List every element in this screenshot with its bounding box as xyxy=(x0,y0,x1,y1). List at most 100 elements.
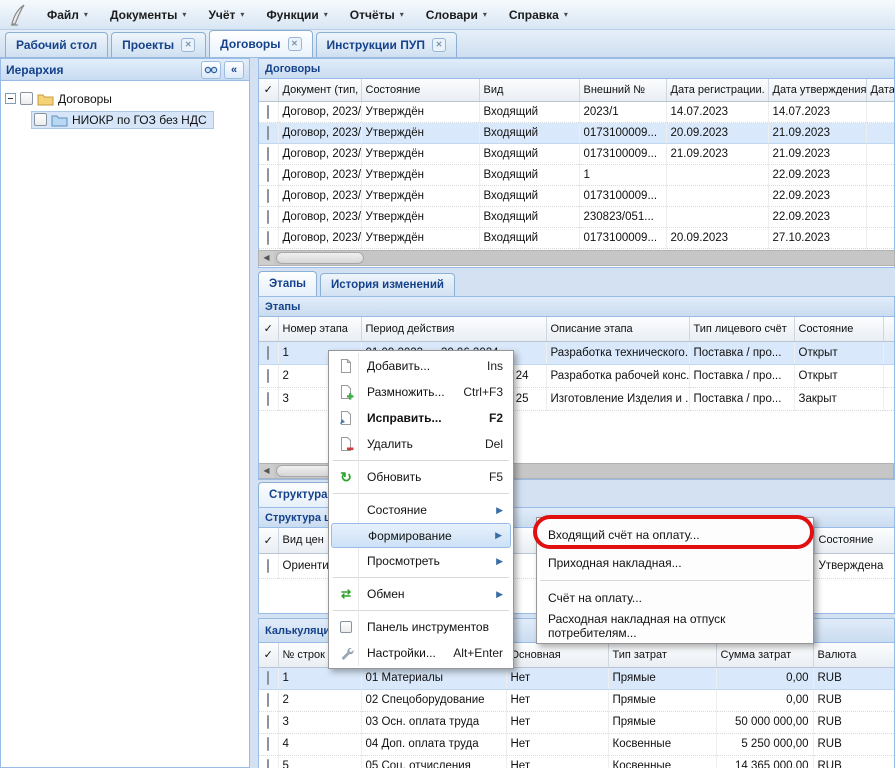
collapse-panel-icon[interactable]: « xyxy=(224,61,244,79)
row-checkbox[interactable] xyxy=(267,105,269,119)
row-checkbox[interactable] xyxy=(267,671,269,685)
tree-node-checkbox[interactable] xyxy=(34,113,47,126)
main-tab[interactable]: Проекты ✕ xyxy=(111,32,206,57)
row-checkbox[interactable] xyxy=(267,231,269,245)
row-checkbox[interactable] xyxy=(267,126,269,140)
column-registration-date[interactable]: Дата регистрации. xyxy=(666,79,768,101)
menubar-item-label: Словари xyxy=(426,8,478,22)
menubar-item[interactable]: Словари ▾ xyxy=(415,4,498,26)
contract-row[interactable]: Договор, 2023/... Утверждён Входящий 230… xyxy=(259,206,895,227)
contracts-hscrollbar[interactable]: ◀ xyxy=(258,250,895,266)
column-main[interactable]: Основная xyxy=(506,643,608,667)
row-checkbox[interactable] xyxy=(267,210,269,224)
close-icon[interactable]: ✕ xyxy=(181,38,195,52)
menubar-item[interactable]: Документы ▾ xyxy=(99,4,198,26)
stages-tab[interactable]: Этапы xyxy=(258,271,317,296)
contracts-table: ✓ Документ (тип, № Состояние Вид Внешний… xyxy=(259,79,895,249)
row-checkbox[interactable] xyxy=(267,189,269,203)
menubar-item[interactable]: Файл ▾ xyxy=(36,4,99,26)
close-icon[interactable]: ✕ xyxy=(288,37,302,51)
contract-row[interactable]: Договор, 2023/... Утверждён Входящий 017… xyxy=(259,122,895,143)
column-period[interactable]: Период действия xyxy=(361,317,546,341)
calculation-row[interactable]: 5 05 Соц. отчисления Нет Косвенные 14 36… xyxy=(259,755,895,768)
column-external-number[interactable]: Внешний № xyxy=(579,79,666,101)
main-tab[interactable]: Инструкции ПУП ✕ xyxy=(316,32,457,57)
tree-node-contracts[interactable]: Договоры xyxy=(5,89,245,108)
column-currency[interactable]: Валюта xyxy=(813,643,895,667)
row-checkbox[interactable] xyxy=(267,737,269,751)
column-check[interactable]: ✓ xyxy=(259,643,278,667)
column-state[interactable]: Состояние xyxy=(794,317,883,341)
collapse-node-icon[interactable] xyxy=(5,93,16,104)
app-logo-icon xyxy=(6,3,28,27)
submenu-item-receipt-note[interactable]: Приходная накладная... xyxy=(538,549,812,577)
menu-item-duplicate[interactable]: Размножить... Ctrl+F3 xyxy=(331,379,511,405)
menu-item-settings[interactable]: Настройки... Alt+Enter xyxy=(331,640,511,666)
main-tab[interactable]: Рабочий стол xyxy=(5,32,108,57)
stages-tab[interactable]: История изменений xyxy=(320,273,455,296)
row-checkbox[interactable] xyxy=(267,147,269,161)
scroll-left-icon[interactable]: ◀ xyxy=(259,251,274,265)
row-checkbox[interactable] xyxy=(267,559,269,573)
row-checkbox[interactable] xyxy=(267,693,269,707)
column-check[interactable]: ✓ xyxy=(259,528,278,553)
chevron-down-icon: ▾ xyxy=(483,10,487,19)
row-checkbox[interactable] xyxy=(267,168,269,182)
menu-item-add[interactable]: Добавить... Ins xyxy=(331,353,511,379)
column-account-type[interactable]: Тип лицевого счёт xyxy=(689,317,794,341)
contract-row[interactable]: Договор, 2023/... Утверждён Входящий 1 2… xyxy=(259,164,895,185)
menu-separator xyxy=(540,580,810,581)
row-checkbox[interactable] xyxy=(267,346,269,360)
column-cost-sum[interactable]: Сумма затрат xyxy=(716,643,813,667)
structure-tabbar: Структура xyxy=(258,481,339,507)
submenu-item-dispatch-note[interactable]: Расходная накладная на отпуск потребител… xyxy=(538,612,812,640)
row-checkbox[interactable] xyxy=(267,369,269,383)
column-document[interactable]: Документ (тип, № xyxy=(278,79,361,101)
column-approval-date[interactable]: Дата утверждения xyxy=(768,79,866,101)
panel-splitter[interactable] xyxy=(250,58,258,768)
calculation-row[interactable]: 4 04 Доп. оплата труда Нет Косвенные 5 2… xyxy=(259,733,895,755)
column-check[interactable]: ✓ xyxy=(259,79,278,101)
menu-item-view[interactable]: Просмотреть ▶ xyxy=(331,548,511,574)
submenu-item-payment-invoice[interactable]: Счёт на оплату... xyxy=(538,584,812,612)
column-state[interactable]: Состояние xyxy=(361,79,479,101)
main-tab[interactable]: Договоры ✕ xyxy=(209,30,312,57)
contract-row[interactable]: Договор, 2023/... Утверждён Входящий 202… xyxy=(259,101,895,122)
menu-item-delete[interactable]: Удалить Del xyxy=(331,431,511,457)
submenu-item-incoming-invoice[interactable]: Входящий счёт на оплату... xyxy=(538,521,812,549)
column-state[interactable]: Состояние xyxy=(814,528,895,553)
menu-item-edit[interactable]: Исправить... F2 xyxy=(331,405,511,431)
contract-row[interactable]: Договор, 2023/... Утверждён Входящий 017… xyxy=(259,143,895,164)
row-checkbox[interactable] xyxy=(267,715,269,729)
calculation-row[interactable]: 1 01 Материалы Нет Прямые 0,00 RUB xyxy=(259,667,895,689)
column-stage-number[interactable]: Номер этапа xyxy=(278,317,361,341)
calculation-row[interactable]: 3 03 Осн. оплата труда Нет Прямые 50 000… xyxy=(259,711,895,733)
column-date[interactable]: Дата xyxy=(866,79,895,101)
column-kind[interactable]: Вид xyxy=(479,79,579,101)
row-checkbox[interactable] xyxy=(267,759,269,768)
menu-item-toolbar[interactable]: Панель инструментов xyxy=(331,614,511,640)
structure-tab[interactable]: Структура xyxy=(258,482,339,507)
scroll-left-icon[interactable]: ◀ xyxy=(259,464,274,478)
column-description[interactable]: Описание этапа xyxy=(546,317,689,341)
column-cost-type[interactable]: Тип затрат xyxy=(608,643,716,667)
menubar-item[interactable]: Отчёты ▾ xyxy=(339,4,415,26)
close-icon[interactable]: ✕ xyxy=(432,38,446,52)
column-check[interactable]: ✓ xyxy=(259,317,278,341)
calculation-row[interactable]: 2 02 Спецоборудование Нет Прямые 0,00 RU… xyxy=(259,689,895,711)
menubar-item[interactable]: Учёт ▾ xyxy=(197,4,255,26)
menu-item-state[interactable]: Состояние ▶ xyxy=(331,497,511,523)
search-icon[interactable] xyxy=(201,61,221,79)
menubar-item[interactable]: Функции ▾ xyxy=(255,4,338,26)
chevron-down-icon: ▾ xyxy=(84,10,88,19)
tree-node-niokr[interactable]: НИОКР по ГОЗ без НДС xyxy=(31,110,245,129)
scrollbar-thumb[interactable] xyxy=(276,252,364,264)
menu-item-forming[interactable]: Формирование ▶ xyxy=(331,523,511,548)
row-checkbox[interactable] xyxy=(267,392,269,406)
menu-item-exchange[interactable]: ⇄ Обмен ▶ xyxy=(331,581,511,607)
menubar-item[interactable]: Справка ▾ xyxy=(498,4,579,26)
contract-row[interactable]: Договор, 2023/... Утверждён Входящий 017… xyxy=(259,185,895,206)
menu-item-refresh[interactable]: ↻ Обновить F5 xyxy=(331,464,511,490)
contract-row[interactable]: Договор, 2023/... Утверждён Входящий 017… xyxy=(259,227,895,248)
tree-node-checkbox[interactable] xyxy=(20,92,33,105)
